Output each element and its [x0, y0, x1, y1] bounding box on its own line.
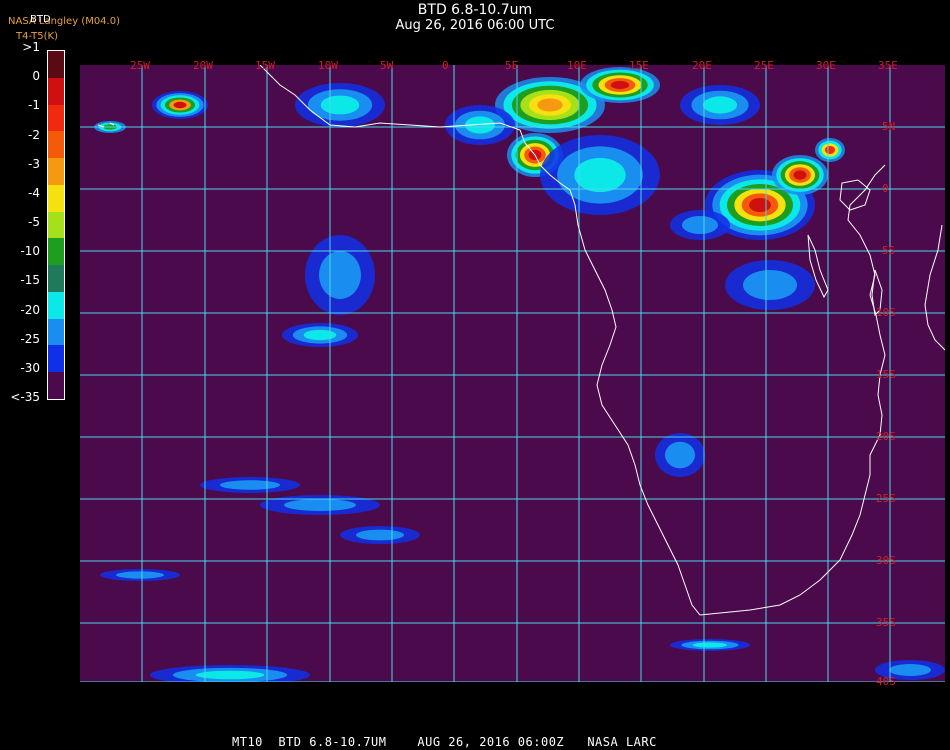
cloud-feature [303, 329, 337, 341]
latitude-label: 0 [882, 182, 889, 195]
map-subtitle: Aug 26, 2016 06:00 UTC [395, 18, 555, 33]
legend-label: -20 [20, 302, 40, 317]
latitude-label: 20S [876, 430, 896, 443]
longitude-label: 20E [692, 59, 712, 72]
legend-label: >1 [22, 40, 40, 54]
legend-label: -25 [20, 331, 40, 346]
cloud-feature [195, 670, 265, 680]
longitude-label: 15W [255, 59, 275, 72]
legend-swatch [48, 77, 64, 106]
cloud-feature [320, 95, 360, 115]
madagascar [924, 224, 945, 351]
longitude-label: 35E [878, 59, 898, 72]
cloud-feature [116, 571, 164, 579]
longitude-label: 20W [193, 59, 213, 72]
map-canvas [80, 65, 945, 682]
legend-swatch [48, 372, 64, 400]
latitude-label: 15S [876, 368, 896, 381]
lake-victoria [839, 179, 871, 211]
cloud-feature [610, 80, 630, 90]
legend-swatch [48, 211, 64, 239]
legend-label: 0 [32, 69, 40, 84]
cloud-feature [220, 480, 280, 490]
latitude-label: 5N [882, 120, 896, 133]
cloud-feature [825, 146, 835, 154]
legend-swatch [48, 238, 64, 266]
legend-swatch [48, 265, 64, 293]
latitude-label: 40S [876, 675, 896, 688]
cloud-feature [749, 198, 771, 212]
legend-swatch [48, 345, 64, 373]
latitude-label: 35S [876, 616, 896, 629]
cloud-feature [692, 642, 728, 648]
legend-label: -10 [20, 244, 40, 259]
cloud-feature [537, 98, 563, 112]
map-title: BTD 6.8-10.7um [417, 2, 533, 18]
cloud-feature [665, 441, 695, 469]
cloud-feature [356, 529, 404, 541]
legend-swatch [48, 291, 64, 320]
product-label: BTD [30, 14, 51, 25]
latitude-label: 5S [882, 244, 896, 257]
legend-swatch [48, 318, 64, 346]
cloud-feature [793, 170, 807, 180]
cloud-feature [682, 216, 718, 234]
longitude-label: 25E [754, 59, 774, 72]
legend-label: -15 [20, 273, 40, 288]
longitude-label: 30E [816, 59, 836, 72]
cloud-feature [743, 270, 797, 300]
legend-swatch [48, 131, 64, 159]
cloud-feature [574, 157, 626, 193]
footer-caption: MT10 BTD 6.8-10.7UM AUG 26, 2016 06:00Z … [232, 735, 657, 749]
cloud-feature [319, 251, 361, 299]
longitude-label: 10E [567, 59, 587, 72]
longitude-label: 25W [130, 59, 150, 72]
longitude-label: 5E [505, 59, 519, 72]
legend-label: -1 [28, 98, 40, 113]
longitude-label: 5W [380, 59, 394, 72]
cloud-feature [284, 499, 356, 511]
latitude-label: 25S [876, 492, 896, 505]
latitude-label: 30S [876, 554, 896, 567]
legend-label: -2 [28, 127, 40, 142]
longitude-label: 15E [629, 59, 649, 72]
legend-label: -3 [28, 156, 40, 171]
legend-label: -30 [20, 360, 40, 375]
color-legend [47, 50, 65, 400]
legend-label: <-35 [10, 390, 40, 404]
legend-swatch [48, 104, 64, 132]
satellite-map [80, 65, 945, 682]
legend-swatch [48, 184, 64, 213]
legend-label: -4 [28, 185, 40, 200]
cloud-feature [702, 96, 738, 114]
legend-label: -5 [28, 215, 40, 229]
longitude-label: 0 [442, 59, 449, 72]
cloud-feature [173, 101, 187, 109]
legend-swatch [48, 51, 64, 79]
latitude-label: 10S [876, 306, 896, 319]
source-label: NASA Langley (M04.0) [8, 16, 120, 27]
legend-swatch [48, 158, 64, 186]
longitude-label: 10W [318, 59, 338, 72]
